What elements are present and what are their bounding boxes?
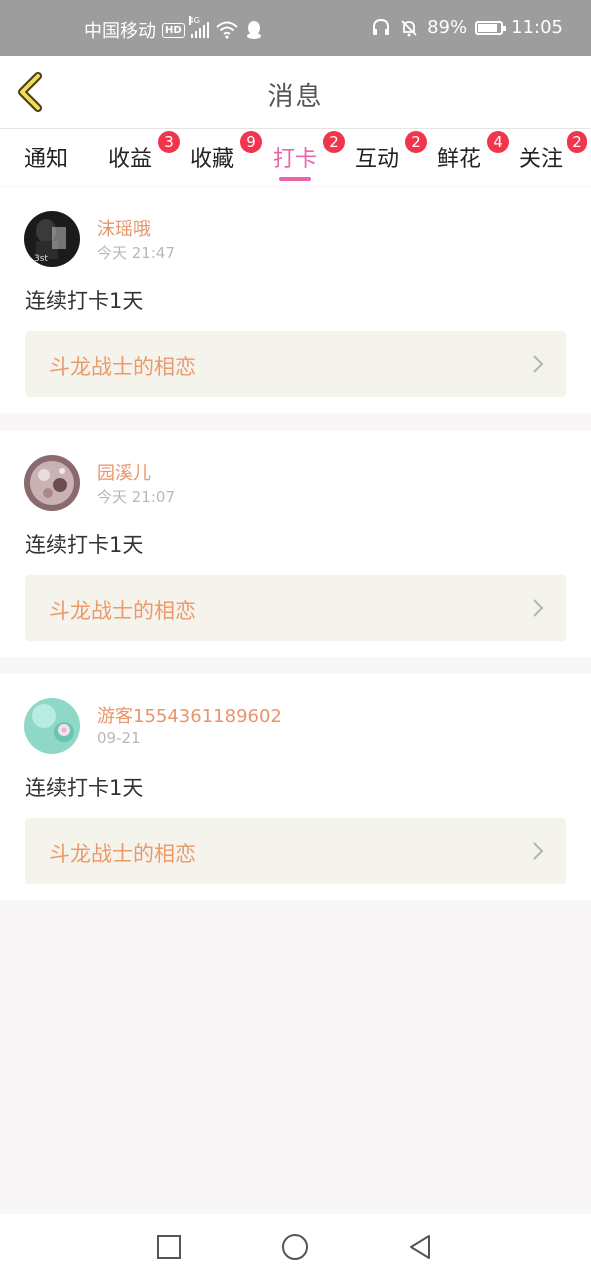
tab-favorites[interactable]: 收藏 9 bbox=[190, 131, 263, 173]
tab-label: 鲜花 bbox=[437, 147, 482, 172]
timestamp: 09-21 bbox=[97, 729, 141, 747]
message-text: 连续打卡1天 bbox=[25, 533, 144, 557]
tab-interactions[interactable]: 互动 2 bbox=[355, 131, 428, 173]
page-title: 消息 bbox=[267, 82, 324, 112]
badge-count: 4 bbox=[487, 131, 510, 153]
username[interactable]: 园溪儿 bbox=[97, 459, 151, 485]
message-card: 游客1554361189602 09-21 连续打卡1天 斗龙战士的相恋 bbox=[0, 674, 591, 900]
avatar[interactable]: 3st bbox=[24, 211, 80, 267]
tab-label: 收藏 bbox=[190, 147, 235, 172]
badge-count: 3 bbox=[158, 131, 181, 153]
tab-checkin[interactable]: 打卡 2 bbox=[273, 131, 346, 173]
story-link[interactable]: 斗龙战士的相恋 bbox=[25, 331, 566, 397]
tab-bar: 通知 收益 3 收藏 9 打卡 2 互动 2 鲜花 4 关注 2 bbox=[0, 129, 591, 186]
square-icon[interactable] bbox=[154, 1232, 184, 1262]
tab-follows[interactable]: 关注 2 bbox=[519, 131, 588, 173]
message-card: 园溪儿 今天 21:07 连续打卡1天 斗龙战士的相恋 bbox=[0, 431, 591, 657]
tab-label: 收益 bbox=[108, 147, 153, 172]
headset-icon bbox=[373, 18, 390, 35]
story-title: 斗龙战士的相恋 bbox=[49, 355, 196, 379]
qq-icon bbox=[246, 21, 261, 39]
tab-label: 打卡 bbox=[273, 147, 318, 172]
wifi-icon bbox=[216, 21, 238, 39]
tab-label: 通知 bbox=[24, 147, 69, 172]
username[interactable]: 沫瑶哦 bbox=[97, 215, 151, 241]
hd-icon: HD bbox=[162, 22, 185, 38]
tab-earnings[interactable]: 收益 3 bbox=[108, 131, 181, 173]
battery-icon bbox=[475, 20, 507, 35]
badge-count: 9 bbox=[240, 131, 263, 153]
story-link[interactable]: 斗龙战士的相恋 bbox=[25, 818, 566, 884]
badge-count: 2 bbox=[405, 131, 428, 153]
system-nav-bar bbox=[0, 1214, 591, 1280]
app-header: 消息 bbox=[0, 56, 591, 129]
story-link[interactable]: 斗龙战士的相恋 bbox=[25, 575, 566, 641]
svg-text:3st: 3st bbox=[34, 254, 48, 264]
message-card: 3st 沫瑶哦 今天 21:47 连续打卡1天 斗龙战士的相恋 bbox=[0, 187, 591, 413]
timestamp: 今天 21:47 bbox=[97, 244, 175, 262]
message-text: 连续打卡1天 bbox=[25, 776, 144, 800]
clock: 11:05 bbox=[511, 17, 563, 38]
avatar[interactable] bbox=[24, 698, 80, 754]
carrier-label: 中国移动 bbox=[84, 21, 156, 42]
status-bar: 中国移动 HD 4G 89% 11:05 bbox=[0, 0, 591, 56]
mute-bell-icon bbox=[401, 19, 417, 36]
username[interactable]: 游客1554361189602 bbox=[97, 702, 282, 728]
chevron-right-icon bbox=[533, 842, 544, 860]
message-text: 连续打卡1天 bbox=[25, 289, 144, 313]
chevron-right-icon bbox=[533, 355, 544, 373]
avatar[interactable] bbox=[24, 455, 80, 511]
triangle-back-icon[interactable] bbox=[405, 1232, 435, 1262]
active-tab-indicator bbox=[279, 177, 311, 181]
story-title: 斗龙战士的相恋 bbox=[49, 842, 196, 866]
story-title: 斗龙战士的相恋 bbox=[49, 599, 196, 623]
timestamp: 今天 21:07 bbox=[97, 488, 175, 506]
signal-icon: 4G bbox=[188, 16, 209, 38]
tab-label: 关注 bbox=[519, 147, 564, 172]
badge-count: 2 bbox=[323, 131, 346, 153]
chevron-right-icon bbox=[533, 599, 544, 617]
tab-notifications[interactable]: 通知 bbox=[24, 141, 68, 173]
badge-count: 2 bbox=[567, 131, 588, 153]
circle-icon[interactable] bbox=[280, 1232, 310, 1262]
battery-percent: 89% bbox=[427, 17, 468, 38]
tab-flowers[interactable]: 鲜花 4 bbox=[437, 131, 510, 173]
tab-label: 互动 bbox=[355, 147, 400, 172]
